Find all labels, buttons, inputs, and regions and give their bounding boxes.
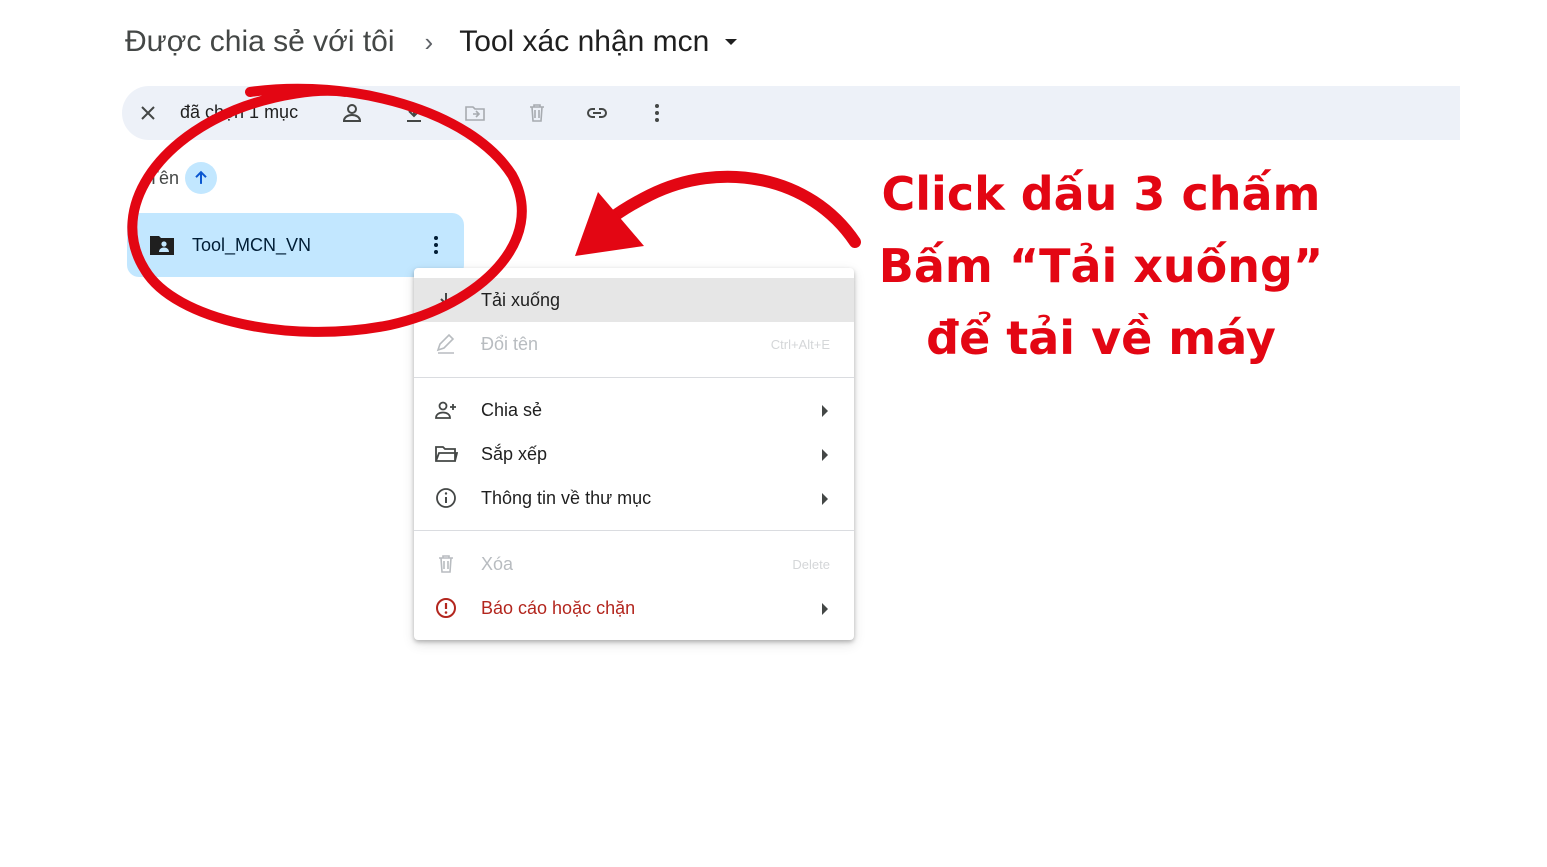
dropdown-caret-icon[interactable]: [725, 39, 738, 45]
submenu-arrow-icon: [822, 603, 828, 615]
menu-item-share[interactable]: Chia sẻ: [414, 388, 854, 432]
submenu-arrow-icon: [822, 493, 828, 505]
menu-item-shortcut: Delete: [792, 557, 830, 572]
selected-count-label: đã chọn 1 mục: [180, 102, 299, 122]
annotation-line-3: để tải về máy: [926, 311, 1276, 365]
download-icon: [434, 288, 458, 312]
context-menu: Tải xuống Đổi tên Ctrl+Alt+E Chia sẻ Sắp…: [414, 268, 854, 640]
sort-header: Tên: [148, 162, 218, 194]
menu-item-label: Xóa: [481, 554, 514, 574]
file-name: Tool_MCN_VN: [192, 235, 312, 255]
trash-icon[interactable]: [525, 101, 549, 125]
trash-icon: [434, 552, 458, 576]
menu-item-label: Tải xuống: [481, 290, 561, 310]
menu-item-folder-info[interactable]: Thông tin về thư mục: [414, 476, 854, 520]
menu-item-shortcut: Ctrl+Alt+E: [770, 337, 830, 352]
submenu-arrow-icon: [822, 449, 828, 461]
red-arrowhead: [575, 192, 644, 256]
move-to-folder-icon[interactable]: [463, 101, 487, 125]
info-icon: [434, 486, 458, 510]
link-icon[interactable]: [585, 101, 609, 125]
menu-item-label: Thông tin về thư mục: [481, 488, 652, 508]
breadcrumb-current-folder[interactable]: Tool xác nhận mcn: [459, 25, 709, 59]
breadcrumb: Được chia sẻ với tôi › Tool xác nhận mcn: [125, 22, 738, 62]
download-icon[interactable]: [402, 101, 426, 125]
folder-open-icon: [434, 442, 458, 466]
menu-item-delete[interactable]: Xóa Delete: [414, 542, 854, 586]
menu-item-label: Sắp xếp: [481, 444, 548, 464]
file-more-vert-icon[interactable]: [424, 233, 448, 257]
menu-item-organize[interactable]: Sắp xếp: [414, 432, 854, 476]
menu-divider: [414, 377, 854, 378]
menu-item-rename[interactable]: Đổi tên Ctrl+Alt+E: [414, 322, 854, 366]
more-vert-icon[interactable]: [645, 101, 669, 125]
annotation-line-2: Bấm “Tải xuống”: [878, 239, 1324, 293]
submenu-arrow-icon: [822, 405, 828, 417]
annotation-line-1: Click dấu 3 chấm: [881, 167, 1321, 221]
share-person-icon[interactable]: [340, 101, 364, 125]
menu-item-label: Báo cáo hoặc chặn: [481, 598, 636, 618]
breadcrumb-separator-icon: ›: [424, 26, 434, 57]
report-icon: [434, 596, 458, 620]
menu-divider: [414, 530, 854, 531]
rename-pencil-icon: [434, 332, 458, 356]
selection-toolbar: đã chọn 1 mục: [122, 86, 1460, 140]
menu-item-label: Chia sẻ: [481, 400, 543, 420]
person-add-icon: [434, 398, 458, 422]
instruction-annotation: Click dấu 3 chấm Bấm “Tải xuống” để tải …: [856, 158, 1346, 374]
menu-item-download[interactable]: Tải xuống: [414, 278, 854, 322]
sort-column-name[interactable]: Tên: [148, 168, 179, 189]
menu-item-label: Đổi tên: [481, 334, 539, 354]
menu-item-report[interactable]: Báo cáo hoặc chặn: [414, 586, 854, 630]
red-arrow-curve: [582, 170, 861, 248]
breadcrumb-shared-with-me[interactable]: Được chia sẻ với tôi: [125, 25, 395, 59]
file-row-selected[interactable]: Tool_MCN_VN: [127, 213, 464, 277]
shared-folder-icon: [149, 233, 175, 257]
arrow-up-icon[interactable]: [185, 162, 218, 194]
close-icon[interactable]: [136, 101, 160, 125]
